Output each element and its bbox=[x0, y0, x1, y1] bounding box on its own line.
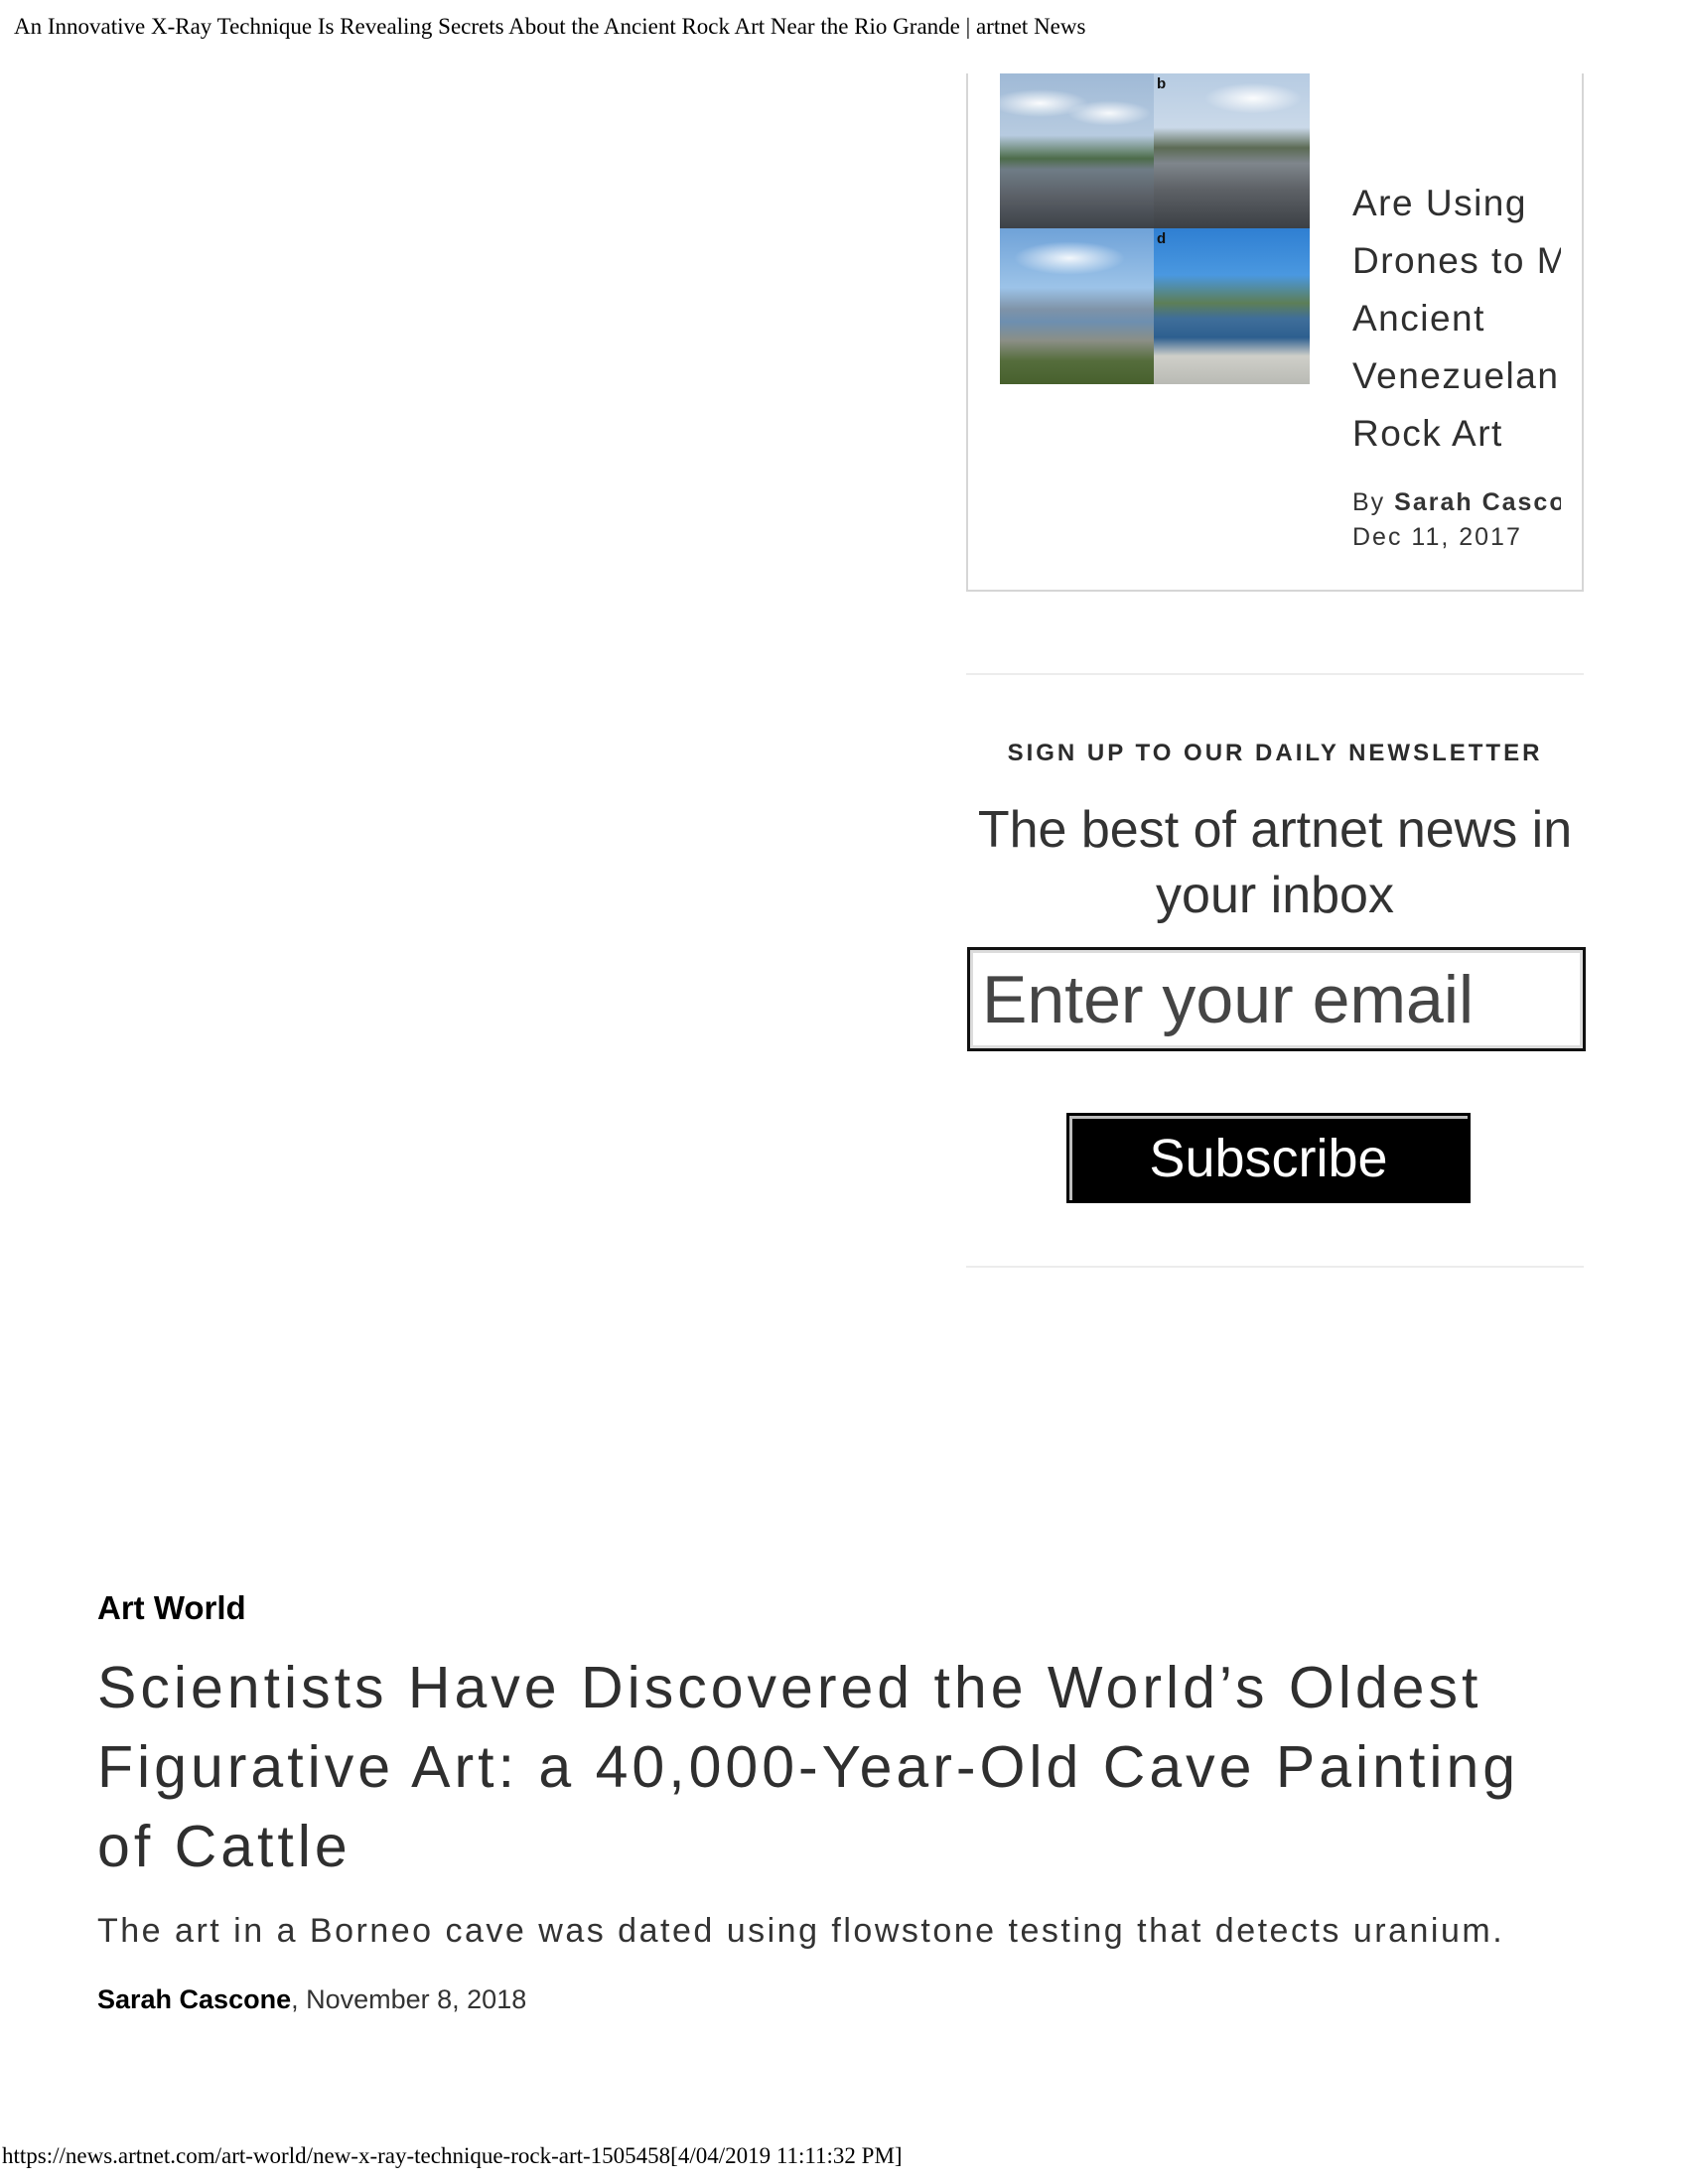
article-byline: Sarah Cascone, November 8, 2018 bbox=[97, 1984, 526, 2015]
article-headline[interactable]: Scientists Have Discovered the World’s O… bbox=[97, 1648, 1587, 1886]
related-article-date: Dec 11, 2017 bbox=[1352, 523, 1522, 551]
subscribe-button[interactable]: Subscribe bbox=[1066, 1113, 1471, 1203]
image-panel-label: b bbox=[1157, 75, 1167, 92]
print-header-title: An Innovative X-Ray Technique Is Reveali… bbox=[14, 14, 1086, 39]
image-panel-b: b bbox=[1154, 73, 1310, 228]
newsletter-heading: The best of artnet news in your inbox bbox=[977, 801, 1573, 924]
related-title-line: Rock Art bbox=[1352, 413, 1503, 454]
related-title-line: Venezuelan bbox=[1352, 355, 1560, 396]
email-input[interactable] bbox=[967, 947, 1586, 1051]
article-category[interactable]: Art World bbox=[97, 1589, 246, 1627]
newsletter-kicker: SIGN UP TO OUR DAILY NEWSLETTER bbox=[1007, 740, 1543, 766]
related-title-line: Drones to M bbox=[1352, 240, 1561, 281]
related-article-image[interactable]: b d bbox=[1000, 73, 1310, 384]
print-footer-url: https://news.artnet.com/art-world/new-x-… bbox=[2, 2143, 903, 2168]
image-panel-label: d bbox=[1157, 230, 1167, 247]
article-dek: The art in a Borneo cave was dated using… bbox=[97, 1912, 1505, 1950]
image-panel-a bbox=[1000, 73, 1154, 228]
related-article-title[interactable]: Are Using Drones to M Ancient Venezuelan… bbox=[1352, 175, 1561, 463]
article-author[interactable]: Sarah Cascone bbox=[97, 1984, 291, 2014]
related-article-byline: By Sarah Cascone bbox=[1352, 488, 1561, 517]
related-article-author[interactable]: Sarah Cascone bbox=[1394, 488, 1561, 516]
divider bbox=[966, 673, 1584, 675]
image-panel-c bbox=[1000, 228, 1154, 384]
related-title-line: Ancient bbox=[1352, 298, 1485, 339]
related-title-line: Are Using bbox=[1352, 183, 1527, 223]
article-date: , November 8, 2018 bbox=[291, 1984, 527, 2014]
divider bbox=[966, 1266, 1584, 1268]
related-article-card[interactable]: b d Are Using Drones to M Ancient Venezu… bbox=[966, 73, 1584, 592]
byline-prefix: By bbox=[1352, 488, 1386, 516]
image-panel-d: d bbox=[1154, 228, 1310, 384]
